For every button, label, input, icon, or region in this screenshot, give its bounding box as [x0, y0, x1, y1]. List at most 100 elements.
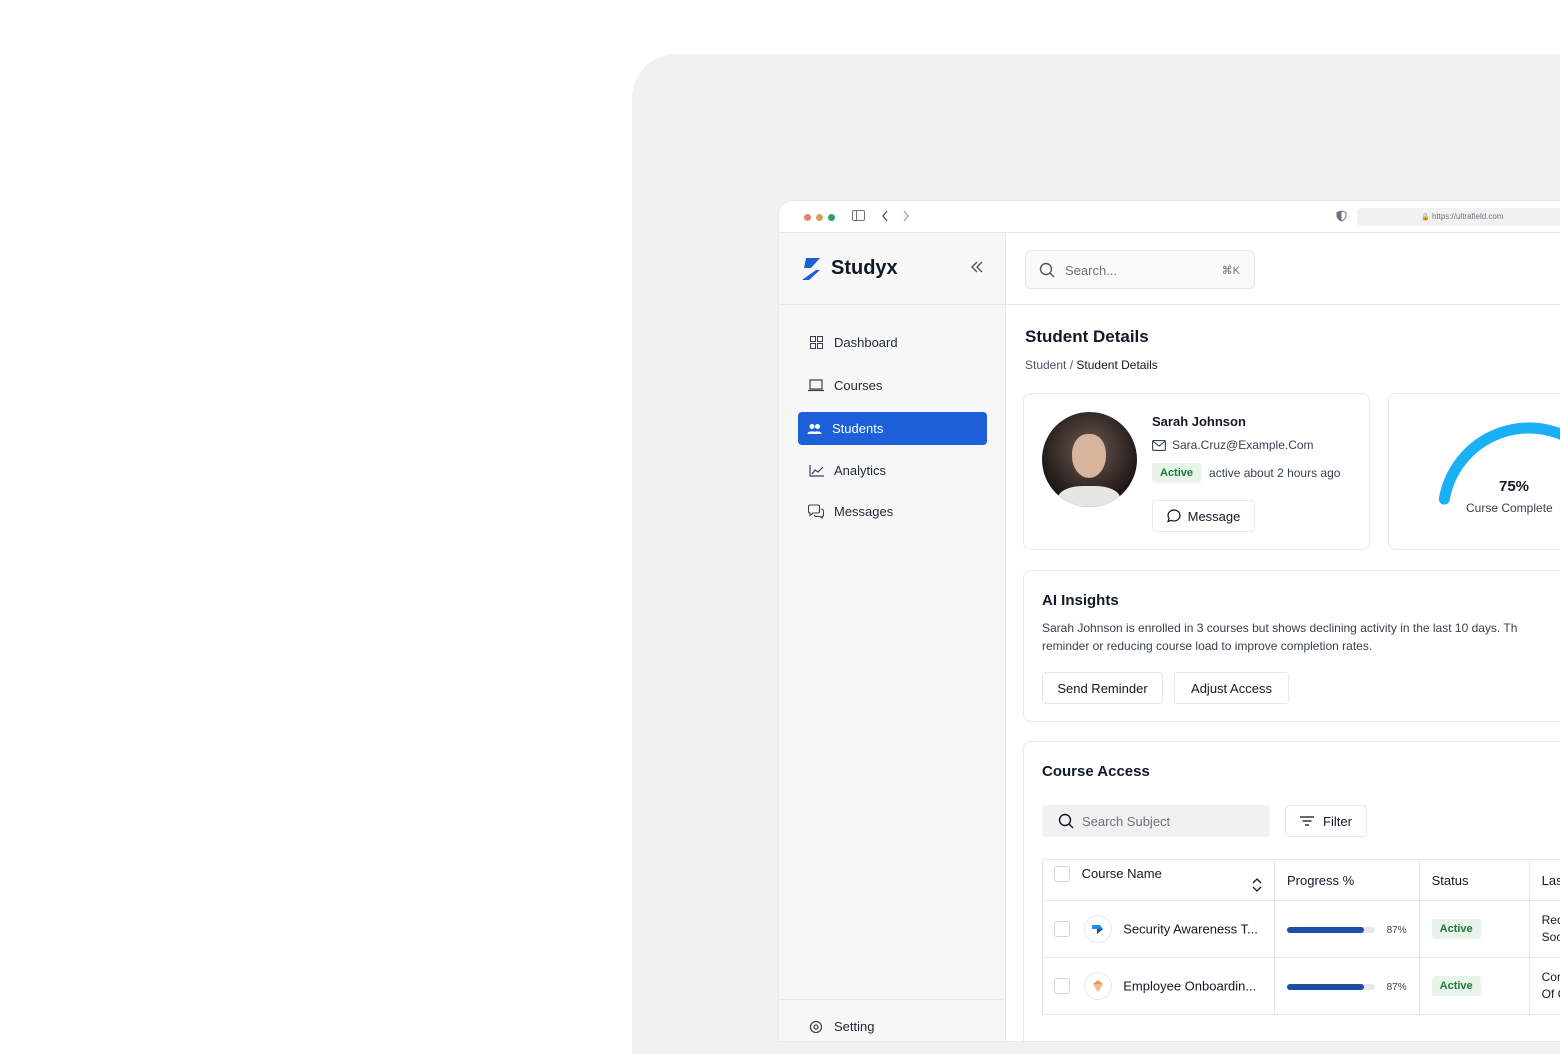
search-icon: [1039, 262, 1055, 283]
lock-icon: 🔒: [1421, 214, 1430, 221]
col-course-name[interactable]: Course Name: [1043, 860, 1275, 901]
progress-percent: 87%: [1387, 925, 1407, 936]
sort-icon[interactable]: [1252, 878, 1262, 895]
brand-name: Studyx: [831, 257, 898, 280]
table-row[interactable]: Employee Onboardin... 87% Active Cor Of …: [1043, 958, 1560, 1015]
page-title: Student Details: [1025, 327, 1149, 347]
sidebar: Studyx Dashboard Courses Students: [779, 233, 1006, 1041]
status-row: Active active about 2 hours ago: [1152, 463, 1340, 483]
last-line-2: Soc: [1542, 929, 1560, 946]
onboarding-course-icon: [1084, 972, 1112, 1000]
row-checkbox[interactable]: [1054, 921, 1070, 937]
send-reminder-button[interactable]: Send Reminder: [1042, 672, 1163, 704]
logo-row: Studyx: [779, 233, 1005, 305]
back-icon[interactable]: [881, 210, 889, 225]
filter-icon: [1300, 816, 1314, 826]
col-course-name-label: Course Name: [1082, 866, 1162, 881]
adjust-access-button[interactable]: Adjust Access: [1174, 672, 1289, 704]
sidebar-item-label: Dashboard: [834, 335, 898, 350]
completion-value: 75%: [1499, 478, 1529, 495]
filter-button-label: Filter: [1323, 814, 1352, 829]
last-line-1: Rec: [1542, 912, 1560, 929]
chat-icon: [808, 504, 824, 520]
grid-icon: [808, 335, 824, 351]
breadcrumb-current: Student Details: [1076, 358, 1157, 372]
search-placeholder: Search...: [1065, 263, 1117, 278]
gear-icon: [808, 1019, 824, 1035]
sidebar-item-students[interactable]: Students: [798, 412, 987, 445]
search-shortcut: ⌘K: [1222, 264, 1240, 277]
subject-search-input[interactable]: Search Subject: [1042, 805, 1270, 837]
progress-fill: [1287, 984, 1364, 990]
search-input[interactable]: Search... ⌘K: [1025, 250, 1255, 289]
message-button[interactable]: Message: [1152, 500, 1255, 532]
sidebar-item-setting[interactable]: Setting: [798, 1010, 987, 1041]
table-header-row: Course Name Progress % Status Las: [1043, 860, 1560, 901]
last-cell: Rec Soc: [1529, 901, 1560, 958]
sidebar-item-label: Students: [832, 421, 883, 436]
minimize-dot[interactable]: [816, 214, 823, 221]
main-content: Search... ⌘K Student Details Student / S…: [1006, 233, 1560, 1041]
select-all-checkbox[interactable]: [1054, 866, 1070, 882]
sidebar-item-analytics[interactable]: Analytics: [798, 454, 987, 487]
progress-fill: [1287, 927, 1364, 933]
ai-insights-text: Sarah Johnson is enrolled in 3 courses b…: [1042, 619, 1560, 655]
breadcrumb-parent[interactable]: Student: [1025, 358, 1066, 372]
shield-icon: [1336, 210, 1347, 225]
completion-gauge: [1389, 394, 1560, 551]
status-badge: Active: [1152, 463, 1201, 483]
row-checkbox[interactable]: [1054, 978, 1070, 994]
ai-insights-title: AI Insights: [1042, 592, 1119, 609]
sidebar-item-dashboard[interactable]: Dashboard: [798, 326, 987, 359]
completion-caption: Curse Complete: [1466, 501, 1553, 515]
forward-icon[interactable]: [902, 210, 910, 225]
studyx-logo-icon: [798, 256, 824, 287]
collapse-sidebar-icon[interactable]: [970, 257, 984, 278]
chart-line-icon: [808, 463, 824, 479]
sidebar-item-label: Analytics: [834, 463, 886, 478]
address-bar[interactable]: 🔒 https://ultrafield.com: [1357, 208, 1560, 226]
course-access-title: Course Access: [1042, 763, 1150, 780]
breadcrumb: Student / Student Details: [1025, 358, 1158, 372]
progress-bar: [1287, 927, 1375, 933]
last-active-text: active about 2 hours ago: [1209, 466, 1340, 480]
progress-bar: [1287, 984, 1375, 990]
progress-percent: 87%: [1387, 982, 1407, 993]
message-button-label: Message: [1188, 509, 1241, 524]
last-cell: Cor Of C: [1529, 958, 1560, 1015]
sidebar-item-label: Courses: [834, 378, 882, 393]
status-badge: Active: [1432, 976, 1481, 996]
status-badge: Active: [1432, 919, 1481, 939]
completion-card: 75% Curse Complete: [1388, 393, 1560, 550]
close-dot[interactable]: [804, 214, 811, 221]
filter-button[interactable]: Filter: [1285, 805, 1367, 837]
subject-search-placeholder: Search Subject: [1082, 814, 1170, 829]
ai-insights-card: AI Insights Sarah Johnson is enrolled in…: [1023, 570, 1560, 722]
sidebar-footer: Setting: [779, 999, 1005, 1041]
maximize-dot[interactable]: [828, 214, 835, 221]
last-line-2: Of C: [1542, 986, 1560, 1003]
topbar: Search... ⌘K: [1006, 233, 1560, 305]
search-icon: [1058, 813, 1074, 834]
ai-insights-line-1: Sarah Johnson is enrolled in 3 courses b…: [1042, 619, 1560, 637]
security-course-icon: [1084, 915, 1112, 943]
avatar: [1042, 412, 1137, 507]
sidebar-item-courses[interactable]: Courses: [798, 369, 987, 402]
breadcrumb-separator: /: [1070, 358, 1073, 372]
course-access-card: Course Access Search Subject Filter: [1023, 741, 1560, 1041]
browser-titlebar: 🔒 https://ultrafield.com: [779, 201, 1560, 233]
email-text: Sara.Cruz@Example.Com: [1172, 438, 1314, 452]
course-name: Employee Onboardin...: [1123, 979, 1256, 994]
last-line-1: Cor: [1542, 969, 1560, 986]
sidebar-item-messages[interactable]: Messages: [798, 495, 987, 528]
ai-insights-line-2: reminder or reducing course load to impr…: [1042, 637, 1560, 655]
browser-window: 🔒 https://ultrafield.com Studyx Dashboar…: [779, 201, 1560, 1041]
chat-bubble-icon: [1167, 509, 1181, 523]
users-icon: [806, 421, 822, 437]
col-last: Las: [1529, 860, 1560, 901]
sidebar-toggle-icon[interactable]: [852, 210, 865, 224]
laptop-icon: [808, 378, 824, 394]
sidebar-item-label: Messages: [834, 504, 893, 519]
url-text: https://ultrafield.com: [1432, 212, 1504, 221]
table-row[interactable]: Security Awareness T... 87% Active Rec S…: [1043, 901, 1560, 958]
